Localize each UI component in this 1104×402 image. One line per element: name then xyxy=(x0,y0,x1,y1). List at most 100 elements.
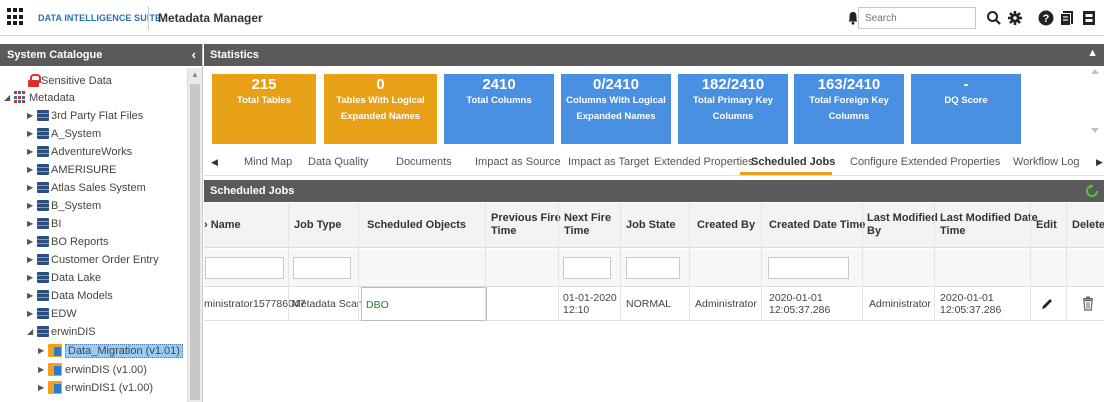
filter-input-name[interactable] xyxy=(205,257,284,279)
statistics-scrollbar[interactable] xyxy=(1088,66,1102,146)
stat-tile-primary-key-columns[interactable]: 182/2410 Total Primary Key Columns xyxy=(678,74,788,144)
tab-configure-extended-properties[interactable]: Configure Extended Properties xyxy=(850,156,1000,168)
tree-item-amerisure[interactable]: ▶ AMERISURE xyxy=(27,161,116,178)
stat-tile-dq-score[interactable]: - DQ Score xyxy=(911,74,1021,144)
tree-item-a-system[interactable]: ▶ A_System xyxy=(27,125,101,142)
expanded-arrow-icon[interactable]: ◢ xyxy=(4,93,14,102)
column-header-created-by[interactable]: Created By xyxy=(697,219,755,232)
tree-item-adventureworks[interactable]: ▶ AdventureWorks xyxy=(27,143,132,160)
scroll-up-icon[interactable]: ▲ xyxy=(191,70,199,79)
cell-job-type: Metadata Scan xyxy=(292,298,363,310)
bookmark-icon[interactable] xyxy=(1080,9,1098,27)
expanded-arrow-icon[interactable]: ◢ xyxy=(27,327,37,336)
collapse-up-icon[interactable]: ▲ xyxy=(1087,47,1098,59)
tab-impact-as-source[interactable]: Impact as Source xyxy=(475,156,561,168)
column-header-name[interactable]: › Name xyxy=(204,219,241,232)
column-header-scheduled-objects[interactable]: Scheduled Objects xyxy=(367,219,466,232)
scrollbar-thumb[interactable] xyxy=(190,84,200,400)
delete-trash-icon[interactable] xyxy=(1082,296,1094,311)
collapsed-arrow-icon[interactable]: ▶ xyxy=(38,365,48,374)
collapsed-arrow-icon[interactable]: ▶ xyxy=(27,183,37,192)
sidebar-scrollbar[interactable]: ▲ xyxy=(187,68,202,402)
collapsed-arrow-icon[interactable]: ▶ xyxy=(27,255,37,264)
tab-mind-map[interactable]: Mind Map xyxy=(244,156,292,168)
collapsed-arrow-icon[interactable]: ▶ xyxy=(27,291,37,300)
search-input[interactable] xyxy=(858,7,976,29)
collapsed-arrow-icon[interactable]: ▶ xyxy=(27,237,37,246)
svg-text:?: ? xyxy=(1043,13,1050,25)
refresh-icon[interactable] xyxy=(1086,184,1098,198)
column-header-last-modified-date-time[interactable]: Last Modified Date Time xyxy=(940,212,1038,238)
app-grid-icon[interactable] xyxy=(7,8,25,26)
collapsed-arrow-icon[interactable]: ▶ xyxy=(38,346,48,355)
table-row[interactable]: ministrator157786047 Metadata Scan DBO 0… xyxy=(204,287,1104,321)
documents-icon[interactable] xyxy=(1058,9,1076,27)
tree-item-erwindis[interactable]: ◢ erwinDIS xyxy=(27,323,96,340)
tree-item-bo-reports[interactable]: ▶ BO Reports xyxy=(27,233,108,250)
model-icon xyxy=(48,381,62,394)
tree-item-data-lake[interactable]: ▶ Data Lake xyxy=(27,269,101,286)
tree-item-data-migration[interactable]: ▶ Data_Migration (v1.01) xyxy=(38,342,183,359)
tab-documents[interactable]: Documents xyxy=(396,156,452,168)
metadata-icon xyxy=(14,91,27,104)
tab-extended-properties[interactable]: Extended Properties xyxy=(654,156,754,168)
filter-input-next-fire-time[interactable] xyxy=(563,257,611,279)
tree-item-label: BO Reports xyxy=(51,235,109,248)
stat-tile-tables-logical-names[interactable]: 0 Tables With Logical Expanded Names xyxy=(324,74,437,144)
edit-pencil-icon[interactable] xyxy=(1040,297,1054,311)
system-catalogue-panel: System Catalogue ‹ Sensitive Data ◢ Meta… xyxy=(0,44,203,402)
tree-item-3rd-party-flat-files[interactable]: ▶ 3rd Party Flat Files xyxy=(27,107,143,124)
help-icon[interactable]: ? xyxy=(1037,9,1055,27)
column-header-next-fire-time[interactable]: Next Fire Time xyxy=(564,212,611,238)
stat-tile-foreign-key-columns[interactable]: 163/2410 Total Foreign Key Columns xyxy=(794,74,904,144)
tab-scheduled-jobs[interactable]: Scheduled Jobs xyxy=(751,156,835,168)
collapsed-arrow-icon[interactable]: ▶ xyxy=(27,147,37,156)
column-divider xyxy=(1030,203,1031,321)
tree-item-data-models[interactable]: ▶ Data Models xyxy=(27,287,113,304)
tabs-scroll-left-icon[interactable]: ◀ xyxy=(211,157,218,168)
tree-item-edw[interactable]: ▶ EDW xyxy=(27,305,77,322)
collapsed-arrow-icon[interactable]: ▶ xyxy=(27,219,37,228)
tree-item-bi[interactable]: ▶ BI xyxy=(27,215,61,232)
filter-input-job-state[interactable] xyxy=(626,257,680,279)
filter-input-job-type[interactable] xyxy=(293,257,351,279)
tabs-scroll-right-icon[interactable]: ▶ xyxy=(1096,157,1103,168)
column-header-job-type[interactable]: Job Type xyxy=(294,219,341,232)
column-header-last-modified-by[interactable]: Last Modified By xyxy=(867,212,938,238)
collapsed-arrow-icon[interactable]: ▶ xyxy=(27,273,37,282)
next-fire-time: 12:10 xyxy=(563,304,590,316)
collapsed-arrow-icon[interactable]: ▶ xyxy=(27,201,37,210)
collapse-panel-icon[interactable]: ‹ xyxy=(192,47,196,62)
column-header-previous-fire-time[interactable]: Previous Fire Time xyxy=(491,212,561,238)
tree-item-customer-order-entry[interactable]: ▶ Customer Order Entry xyxy=(27,251,159,268)
created-date: 2020-01-01 xyxy=(769,292,823,304)
stat-tile-total-columns[interactable]: 2410 Total Columns xyxy=(444,74,554,144)
tab-impact-as-target[interactable]: Impact as Target xyxy=(568,156,649,168)
stat-tile-columns-logical-names[interactable]: 0/2410 Columns With Logical Expanded Nam… xyxy=(561,74,671,144)
stat-tile-total-tables[interactable]: 215 Total Tables xyxy=(212,74,316,144)
tree-item-metadata[interactable]: ◢ Metadata xyxy=(4,89,75,106)
search-icon[interactable] xyxy=(985,9,1003,27)
suite-name[interactable]: DATA INTELLIGENCE SUITE xyxy=(38,13,161,23)
collapsed-arrow-icon[interactable]: ▶ xyxy=(27,129,37,138)
top-bar: DATA INTELLIGENCE SUITE Metadata Manager… xyxy=(0,0,1104,36)
tree-item-b-system[interactable]: ▶ B_System xyxy=(27,197,101,214)
tree-item-erwindis1-v100[interactable]: ▶ erwinDIS1 (v1.00) xyxy=(38,379,153,396)
cell-scheduled-objects[interactable]: DBO xyxy=(361,287,487,321)
filter-input-created-date-time[interactable] xyxy=(768,257,849,279)
collapsed-arrow-icon[interactable]: ▶ xyxy=(38,383,48,392)
settings-gear-icon[interactable] xyxy=(1006,9,1024,27)
collapsed-arrow-icon[interactable]: ▶ xyxy=(27,111,37,120)
tree-item-atlas-sales-system[interactable]: ▶ Atlas Sales System xyxy=(27,179,146,196)
tree-item-erwindis-v100[interactable]: ▶ erwinDIS (v1.00) xyxy=(38,361,147,378)
column-header-created-date-time[interactable]: Created Date Time xyxy=(769,219,865,232)
column-header-job-state[interactable]: Job State xyxy=(626,219,676,232)
collapsed-arrow-icon[interactable]: ▶ xyxy=(27,165,37,174)
tree-item-sensitive-data[interactable]: Sensitive Data xyxy=(28,72,112,89)
lock-icon xyxy=(28,74,41,87)
created-time: 12:05:37.286 xyxy=(769,304,831,316)
statistics-title: Statistics xyxy=(210,49,259,61)
tab-data-quality[interactable]: Data Quality xyxy=(308,156,369,168)
collapsed-arrow-icon[interactable]: ▶ xyxy=(27,309,37,318)
tab-workflow-log[interactable]: Workflow Log xyxy=(1013,156,1079,168)
